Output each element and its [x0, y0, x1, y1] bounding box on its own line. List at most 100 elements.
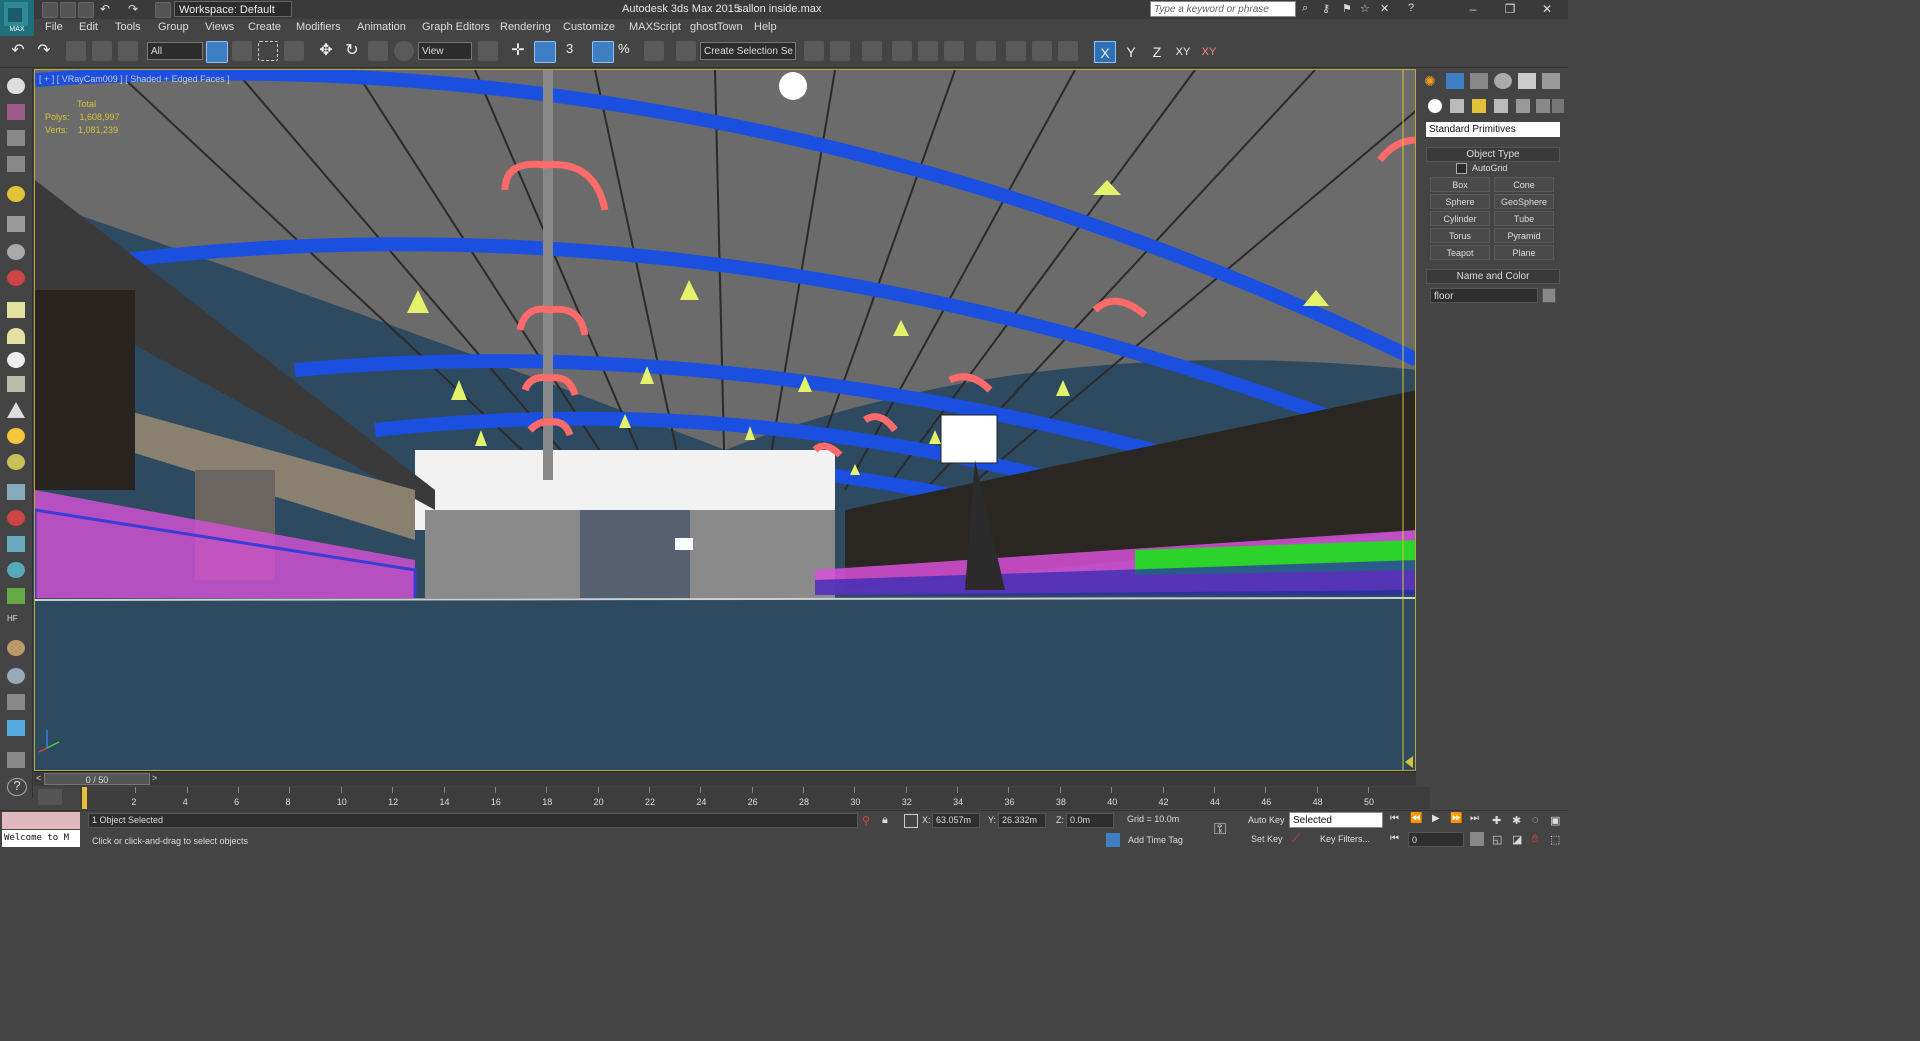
cameras-icon[interactable]	[1494, 99, 1508, 113]
viewport-scene[interactable]	[35, 70, 1416, 771]
angle-snap-icon[interactable]	[592, 41, 614, 63]
mirror-icon[interactable]	[804, 41, 824, 61]
box-button[interactable]: Box	[1430, 177, 1490, 192]
track-bar[interactable]: 2 4 6 8 10 12 14 16 18 20 22 24 26 28 30 32 34 36 38 40 42 44…	[80, 787, 1430, 809]
systems-icon[interactable]	[1552, 99, 1564, 113]
object-type-rollout[interactable]: Object Type	[1426, 147, 1560, 162]
maxscript-listener[interactable]: Welcome to M	[2, 830, 80, 847]
x-coord-input[interactable]: 63.057m	[932, 813, 980, 828]
menu-rendering[interactable]: Rendering	[500, 21, 551, 33]
new-file-icon[interactable]	[42, 2, 58, 18]
auto-key-button[interactable]: Auto Key	[1248, 815, 1285, 825]
axis-x-button[interactable]: X	[1094, 41, 1116, 63]
goto-end-icon[interactable]: ⏭	[1470, 813, 1479, 824]
object-name-input[interactable]: floor	[1430, 288, 1538, 303]
reference-coordinate-dropdown[interactable]: View	[418, 42, 472, 60]
spinner-snap-icon[interactable]	[644, 41, 664, 61]
settings-icon[interactable]	[7, 752, 25, 768]
axis-xy-cycle-button[interactable]: XY	[1198, 41, 1220, 63]
key-icon[interactable]: ⚿	[1214, 821, 1226, 839]
scene-explorer-icon[interactable]	[7, 156, 25, 172]
toggle-ribbon-icon[interactable]	[892, 41, 912, 61]
app-logo[interactable]: MAX	[0, 0, 34, 36]
add-time-tag-label[interactable]: Add Time Tag	[1128, 835, 1183, 845]
perspective-viewport[interactable]: [ + ] [ VRayCam009 ] [ Shaded + Edged Fa…	[34, 69, 1416, 771]
pyramid-button[interactable]: Pyramid	[1494, 228, 1554, 243]
use-pivot-center-icon[interactable]	[478, 41, 498, 61]
select-object-icon[interactable]	[206, 41, 228, 63]
communication-icon[interactable]: ⚑	[1342, 2, 1356, 16]
snaps-toggle-icon[interactable]: 3	[566, 41, 586, 61]
menu-help[interactable]: Help	[754, 21, 777, 33]
y-coord-input[interactable]: 26.332m	[998, 813, 1046, 828]
render-teapot-icon[interactable]	[7, 270, 25, 286]
workspace-dropdown[interactable]: Workspace: Default	[174, 1, 292, 17]
dome-primitive-icon[interactable]	[7, 328, 25, 344]
maximize-button[interactable]: ❐	[1495, 0, 1525, 19]
time-configuration-icon[interactable]	[1470, 832, 1484, 846]
zoom-all-icon[interactable]: ✱	[1512, 814, 1524, 827]
named-selection-dropdown[interactable]: Create Selection Se	[700, 42, 796, 60]
menu-file[interactable]: File	[45, 21, 63, 33]
lights-icon[interactable]	[1472, 99, 1486, 113]
keyboard-shortcut-override-icon[interactable]	[534, 41, 556, 63]
object-color-swatch[interactable]	[1542, 288, 1556, 303]
utilities-tab-icon[interactable]	[1542, 73, 1560, 89]
layers-icon[interactable]	[7, 130, 25, 146]
sphere-button[interactable]: Sphere	[1430, 194, 1490, 209]
play-icon[interactable]: ▶	[1432, 813, 1440, 824]
selection-filter-dropdown[interactable]: All	[147, 42, 203, 60]
close-search-icon[interactable]: ✕	[1380, 2, 1394, 16]
key-filters-button[interactable]: Key Filters...	[1320, 834, 1370, 844]
material-editor-icon[interactable]	[976, 41, 996, 61]
name-and-color-rollout[interactable]: Name and Color	[1426, 269, 1560, 284]
help-circle-icon[interactable]: ?	[7, 778, 27, 796]
goto-start-icon[interactable]: ⏮	[1390, 813, 1399, 824]
maximize-toggle-icon[interactable]: ⬚	[1550, 833, 1562, 846]
cone-button[interactable]: Cone	[1494, 177, 1554, 192]
redo-icon[interactable]: ↷	[34, 41, 54, 61]
material-sphere-icon[interactable]	[7, 640, 25, 656]
key-mode-toggle-icon[interactable]: ⏮	[1390, 833, 1399, 844]
rendered-frame-window-icon[interactable]	[1032, 41, 1052, 61]
plane-button[interactable]: Plane	[1494, 245, 1554, 260]
bind-to-space-warp-icon[interactable]	[118, 41, 138, 61]
add-time-tag-icon[interactable]	[1106, 833, 1120, 847]
select-by-name-icon[interactable]	[232, 41, 252, 61]
layer-explorer-icon[interactable]	[862, 41, 882, 61]
undo-icon[interactable]: ↶	[8, 41, 28, 61]
maximize-viewport-icon[interactable]: ▣	[1550, 814, 1562, 827]
script-icon[interactable]	[7, 720, 25, 736]
merge-icon[interactable]	[7, 694, 25, 710]
shapes-icon[interactable]	[1450, 99, 1464, 113]
space-warp-icon[interactable]	[7, 536, 25, 552]
time-slider[interactable]: < 0 / 50 >	[34, 771, 1416, 786]
render-setup-icon[interactable]	[1006, 41, 1026, 61]
menu-ghosttown[interactable]: ghostTown	[690, 21, 743, 33]
crown-icon[interactable]	[7, 376, 25, 392]
percent-snap-icon[interactable]: %	[618, 41, 638, 61]
axis-y-button[interactable]: Y	[1120, 41, 1142, 63]
edit-named-selection-icon[interactable]	[676, 41, 696, 61]
display-tab-icon[interactable]	[1518, 73, 1536, 89]
viewport-label[interactable]: [ + ] [ VRayCam009 ] [ Shaded + Edged Fa…	[39, 74, 230, 84]
motion-tab-icon[interactable]	[1494, 73, 1512, 89]
align-icon[interactable]	[830, 41, 850, 61]
set-key-icon[interactable]: ⟋	[1292, 831, 1306, 845]
time-slider-thumb[interactable]: 0 / 50	[44, 773, 150, 785]
lock-selection-icon[interactable]: 🔒︎	[882, 814, 888, 827]
category-dropdown[interactable]: Standard Primitives	[1426, 122, 1560, 137]
menu-graph-editors[interactable]: Graph Editors	[422, 21, 490, 33]
next-frame-icon[interactable]: ⏩	[1450, 813, 1462, 824]
menu-customize[interactable]: Customize	[563, 21, 615, 33]
sphere-primitive-icon[interactable]	[7, 352, 25, 368]
absolute-mode-icon[interactable]	[904, 814, 918, 828]
window-crossing-icon[interactable]	[284, 41, 304, 61]
menu-maxscript[interactable]: MAXScript	[629, 21, 681, 33]
axis-z-button[interactable]: Z	[1146, 41, 1168, 63]
binoculars-icon[interactable]: ⌕	[1302, 2, 1316, 16]
menu-create[interactable]: Create	[248, 21, 281, 33]
menu-group[interactable]: Group	[158, 21, 189, 33]
menu-animation[interactable]: Animation	[357, 21, 406, 33]
field-of-view-icon[interactable]: ◪	[1512, 833, 1524, 846]
